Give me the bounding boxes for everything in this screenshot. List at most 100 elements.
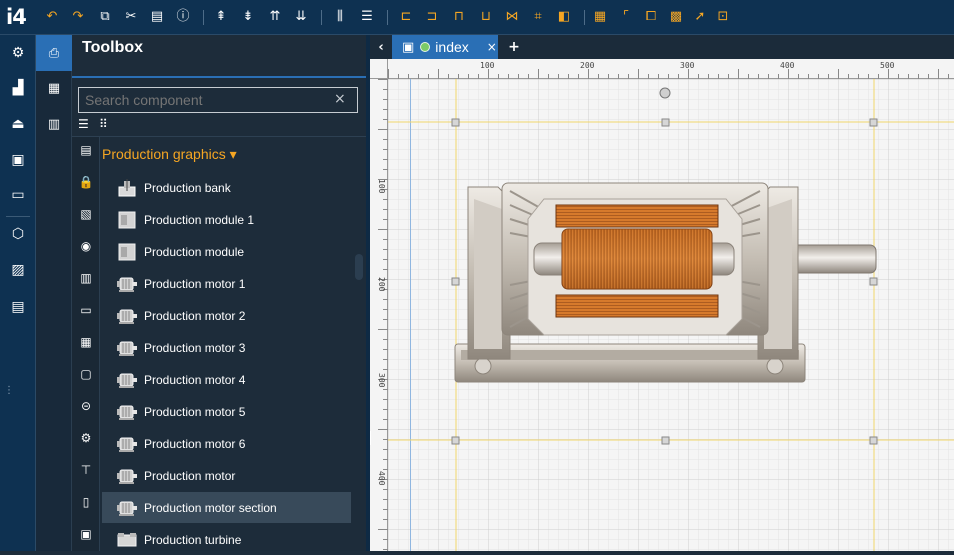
panel-resize-grip[interactable] [355,254,363,280]
toolbox-item-label: Production motor 2 [144,308,246,323]
settings-icon[interactable]: ⚙ [9,44,27,62]
motor-icon [116,434,138,454]
align-top-alt-icon[interactable]: ⇈ [267,9,283,25]
list-category-icon[interactable]: ▤ [77,142,95,158]
toolbox-item[interactable]: Production turbine [102,524,351,555]
analytics-icon[interactable]: ▨ [9,261,27,279]
info-icon[interactable]: ⓘ [175,9,191,25]
book-category-icon[interactable]: ▥ [77,270,95,286]
panel-underline [72,76,366,78]
tray-icon[interactable]: ⏏ [9,115,27,133]
align-left-icon[interactable]: ⊏ [398,9,414,25]
toolbox-item[interactable]: Production motor 2 [102,300,351,331]
monitor-icon[interactable]: ▭ [9,186,27,204]
panel-divider [72,136,366,137]
distribute-v-icon[interactable]: ☰ [359,9,375,25]
pages-icon[interactable]: ▥ [45,115,63,133]
page-icon: ▣ [402,39,415,55]
center-h-icon[interactable]: ⋈ [504,9,520,25]
canvas-svg: 100 200 300 400 500 100 200 300 400 [370,59,954,551]
app-logo: i4 [6,5,27,29]
toolbox-item[interactable]: Production motor [102,460,351,491]
toolbox-item[interactable]: Production motor section [102,492,351,523]
search-input[interactable] [78,87,358,113]
eye-category-icon[interactable]: ◉ [77,238,95,254]
panel-category-icon[interactable]: ▢ [77,366,95,382]
toolbox-item-label: Production bank [144,180,231,195]
box-icon[interactable]: ⬡ [9,225,27,243]
caret-down-icon: ▾ [229,146,237,162]
ruler-label: 100 [377,179,386,194]
align-bottom-edge-icon[interactable]: ⊔ [478,9,494,25]
rotate-handle[interactable] [659,87,671,99]
motor-icon [116,498,138,518]
motor-icon [116,466,138,486]
align-bottom-alt-icon[interactable]: ⇊ [293,9,309,25]
grid-view-icon[interactable]: ⠿ [99,117,108,131]
link-category-icon[interactable]: ⊝ [77,398,95,414]
lock-category-icon[interactable]: 🔒 [77,174,95,190]
toolbox-item[interactable]: Production bank [102,172,351,203]
toolbox-item[interactable]: Production motor 5 [102,396,351,427]
paste-icon[interactable]: ▤ [149,9,165,25]
copy-icon[interactable]: ⧉ [97,9,113,25]
motor-icon [116,402,138,422]
tab-index[interactable]: ▣ index × [392,35,498,59]
align-right-icon[interactable]: ⊐ [424,9,440,25]
grip-icon[interactable]: ⋮ [4,385,14,396]
chart-icon[interactable]: ▟ [9,79,27,97]
printer-icon[interactable]: ⎙ [45,44,63,62]
toolbar-separator [584,10,585,25]
align-bottom-icon[interactable]: ⇟ [240,9,256,25]
redo-icon[interactable]: ↷ [70,9,86,25]
frame-icon[interactable]: ⊡ [715,9,731,25]
cut-icon[interactable]: ✂ [123,9,139,25]
group-label: Production graphics [102,146,226,162]
machine-category-icon[interactable]: ▣ [77,526,95,542]
toolbox-item[interactable]: Production motor 6 [102,428,351,459]
horizontal-ruler [370,59,954,79]
ruler-label: 500 [880,61,895,70]
toolbox-item[interactable]: Production motor 3 [102,332,351,363]
bring-front-icon[interactable]: ◧ [556,9,572,25]
table-icon[interactable]: ▩ [668,9,684,25]
add-tab-button[interactable]: + [504,35,524,59]
group-header[interactable]: Production graphics ▾ [102,146,237,163]
design-canvas[interactable]: 100 200 300 400 500 100 200 300 400 [370,59,954,551]
undo-icon[interactable]: ↶ [44,9,60,25]
group-icon[interactable]: ⧠ [643,9,659,25]
toolbox-item[interactable]: Production motor 1 [102,268,351,299]
toolbox-item[interactable]: Production motor 4 [102,364,351,395]
snap-icon[interactable]: ⌜ [618,9,634,25]
toolbox-item-label: Production motor 4 [144,372,246,387]
screen-icon[interactable]: ▣ [9,151,27,169]
page-category-icon[interactable]: ▧ [77,206,95,222]
toolbox-item[interactable]: Production module 1 [102,204,351,235]
toolbox-item-label: Production motor 1 [144,276,246,291]
close-icon[interactable]: × [487,40,497,54]
chevron-left-icon[interactable]: ‹ [370,35,392,59]
ruler-label: 400 [780,61,795,70]
distribute-h-icon[interactable]: ⫼ [332,9,348,25]
valve-category-icon[interactable]: ⊤ [77,462,95,478]
ruler-label: 300 [377,373,386,388]
components-icon[interactable]: ▦ [45,79,63,97]
gears-category-icon[interactable]: ⚙ [77,430,95,446]
canvas-edge-handle[interactable] [370,431,371,445]
tank-category-icon[interactable]: ▯ [77,494,95,510]
archive-icon[interactable]: ▤ [9,298,27,316]
align-top-edge-icon[interactable]: ⊓ [451,9,467,25]
toolbox-item-label: Production module 1 [144,212,255,227]
toolbox-item[interactable]: Production module [102,236,351,267]
clear-icon[interactable]: × [334,91,346,107]
tool-rail: ⎙ ▦ ▥ [36,35,72,551]
select-icon[interactable]: ➚ [692,9,708,25]
list-view-icon[interactable]: ☰ [78,117,89,131]
grid-icon[interactable]: ▦ [592,9,608,25]
toolbar-separator [321,10,322,25]
table-category-icon[interactable]: ▦ [77,334,95,350]
align-top-icon[interactable]: ⇞ [213,9,229,25]
center-v-icon[interactable]: ⌗ [530,9,546,25]
ruler-label: 300 [680,61,695,70]
window-category-icon[interactable]: ▭ [77,302,95,318]
